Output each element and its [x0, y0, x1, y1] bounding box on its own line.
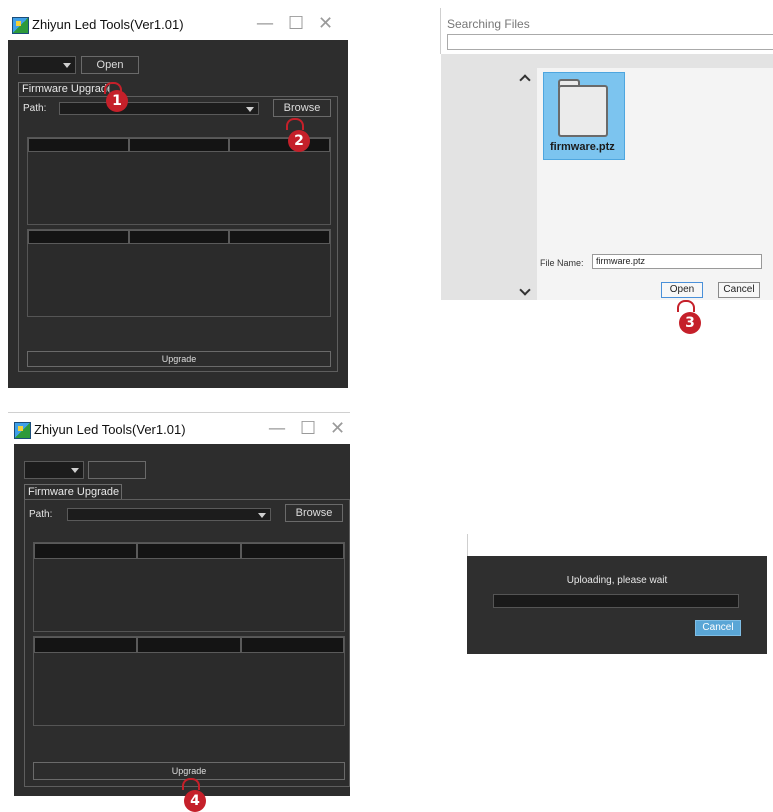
minimize-icon[interactable]: —	[256, 15, 274, 33]
device-table-1	[33, 542, 345, 632]
path-select[interactable]	[67, 508, 271, 521]
file-item-label: firmware.ptz	[550, 141, 615, 153]
pointer-hand-icon	[182, 778, 200, 790]
device-select[interactable]	[18, 56, 76, 74]
device-select[interactable]	[24, 461, 84, 479]
path-bar[interactable]	[447, 34, 773, 50]
pointer-hand-icon	[286, 118, 304, 130]
dropdown-arrow-icon	[246, 106, 254, 112]
minimize-icon[interactable]: —	[268, 420, 286, 438]
pointer-hand-icon	[677, 300, 695, 312]
close-icon[interactable]: ✕	[330, 420, 345, 438]
scrollbar[interactable]	[513, 68, 538, 300]
step-badge-1: 1	[106, 90, 128, 112]
device-table-2	[27, 229, 331, 317]
app-icon	[12, 17, 29, 34]
table-header-cell	[240, 543, 344, 559]
tab-firmware-upgrade[interactable]: Firmware Upgrade	[24, 484, 122, 499]
title-bar[interactable]: Zhiyun Led Tools(Ver1.01) — ☐ ✕	[8, 8, 348, 40]
window-title: Zhiyun Led Tools(Ver1.01)	[32, 17, 184, 32]
path-select[interactable]	[59, 102, 259, 115]
maximize-icon[interactable]: ☐	[300, 420, 316, 438]
table-header-cell	[128, 230, 230, 244]
close-icon[interactable]: ✕	[318, 15, 333, 33]
table-header-cell	[137, 543, 241, 559]
table-header-cell	[28, 138, 129, 152]
file-cancel-button[interactable]: Cancel	[718, 282, 760, 298]
open-button[interactable]: Open	[81, 56, 139, 74]
table-header-cell	[229, 138, 331, 152]
path-label: Path:	[29, 509, 53, 520]
table-header	[34, 543, 344, 559]
table-header-cell	[128, 138, 230, 152]
table-header-cell	[229, 230, 331, 244]
table-header	[28, 230, 331, 244]
tab-firmware-upgrade[interactable]: Firmware Upgrade	[18, 82, 110, 96]
scroll-down-icon[interactable]	[519, 284, 531, 296]
window-body: Open Firmware Upgrade Path: Browse Upgra…	[8, 40, 348, 388]
table-header-cell	[28, 230, 129, 244]
upload-progress-bar	[493, 594, 739, 608]
window-body: Firmware Upgrade Path: Browse Upgrade	[14, 444, 350, 796]
file-dialog-header: Searching Files	[440, 8, 773, 54]
table-header	[28, 138, 331, 152]
table-header-cell	[34, 543, 138, 559]
folder-tree-pane	[441, 68, 513, 300]
maximize-icon[interactable]: ☐	[288, 15, 304, 33]
file-item[interactable]: firmware.ptz	[543, 72, 625, 160]
dropdown-arrow-icon	[258, 512, 266, 518]
file-dialog-title: Searching Files	[447, 17, 530, 31]
app-icon	[14, 422, 31, 439]
path-label: Path:	[23, 103, 47, 114]
dropdown-arrow-icon	[71, 468, 79, 473]
device-table-1	[27, 137, 331, 225]
file-dialog-toolbar	[441, 54, 773, 68]
table-header-cell	[34, 637, 138, 653]
open-button-empty[interactable]	[88, 461, 146, 479]
step-badge-4: 4	[184, 790, 206, 812]
browse-button[interactable]: Browse	[285, 504, 343, 522]
step-badge-2: 2	[288, 130, 310, 152]
file-name-label: File Name:	[540, 258, 584, 268]
device-table-2	[33, 636, 345, 726]
file-open-button[interactable]: Open	[661, 282, 703, 298]
title-bar[interactable]: Zhiyun Led Tools(Ver1.01) — ☐ ✕	[8, 412, 350, 445]
upgrade-button[interactable]: Upgrade	[27, 351, 331, 367]
dropdown-arrow-icon	[63, 63, 71, 68]
table-header	[34, 637, 344, 653]
firmware-groupbox: Path: Browse Upgrade	[24, 499, 350, 787]
folder-icon	[558, 85, 608, 137]
upload-cancel-button[interactable]: Cancel	[695, 620, 741, 636]
table-header-cell	[240, 637, 344, 653]
scroll-up-icon[interactable]	[519, 74, 531, 86]
upload-dialog-body: Uploading, please wait Cancel	[467, 556, 767, 654]
upload-message: Uploading, please wait	[566, 575, 668, 586]
browse-button[interactable]: Browse	[273, 99, 331, 117]
step-badge-3: 3	[679, 312, 701, 334]
table-header-cell	[137, 637, 241, 653]
window-title: Zhiyun Led Tools(Ver1.01)	[34, 422, 186, 437]
upload-dialog-titlebar	[467, 534, 768, 556]
file-name-field[interactable]: firmware.ptz	[592, 254, 762, 269]
